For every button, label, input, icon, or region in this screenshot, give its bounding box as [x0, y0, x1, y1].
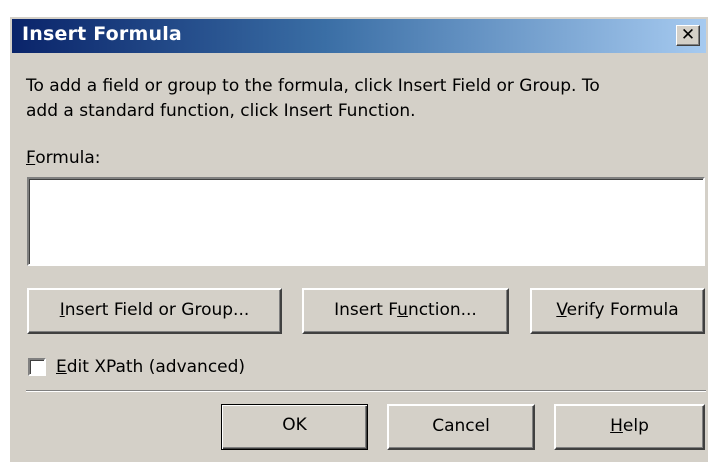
cancel-label: Cancel [432, 416, 490, 436]
edit-xpath-checkbox[interactable] [28, 358, 46, 376]
insert-field-label-post: nsert Field or Group... [64, 300, 250, 320]
verify-formula-label-post: erify Formula [566, 300, 679, 320]
insert-function-button[interactable]: Insert Function... [302, 288, 509, 334]
insert-function-label-post: nction... [407, 300, 477, 320]
close-icon: ✕ [680, 25, 696, 45]
instructions-line-1: To add a field or group to the formula, … [26, 76, 600, 96]
insert-function-label-pre: Insert F [334, 300, 398, 320]
close-button[interactable]: ✕ [676, 25, 700, 46]
ok-button[interactable]: OK [221, 404, 368, 450]
instructions-text: To add a field or group to the formula, … [26, 74, 702, 124]
edit-xpath-label-text: dit XPath (advanced) [66, 357, 246, 377]
dialog-title: Insert Formula [22, 23, 182, 45]
verify-formula-mnemonic: V [556, 300, 567, 320]
instructions-line-2: add a standard function, click Insert Fu… [26, 101, 416, 121]
ok-label: OK [282, 415, 307, 435]
formula-label-text: ormula: [35, 148, 101, 168]
formula-label: Formula: [26, 148, 100, 168]
cancel-button[interactable]: Cancel [387, 404, 535, 450]
insert-function-mnemonic: u [397, 300, 408, 320]
verify-formula-button[interactable]: Verify Formula [530, 288, 705, 334]
footer-separator [26, 390, 706, 392]
edit-xpath-label[interactable]: Edit XPath (advanced) [56, 355, 245, 379]
edit-xpath-mnemonic: E [56, 357, 67, 377]
help-mnemonic: H [610, 416, 623, 436]
insert-formula-dialog: Insert Formula ✕ To add a field or group… [8, 15, 708, 462]
title-bar[interactable]: Insert Formula ✕ [12, 19, 706, 53]
help-button[interactable]: Help [554, 404, 705, 450]
help-label-text: elp [622, 416, 649, 436]
formula-input[interactable] [27, 177, 705, 266]
formula-label-mnemonic: F [26, 148, 36, 168]
insert-field-or-group-button[interactable]: Insert Field or Group... [27, 288, 282, 334]
